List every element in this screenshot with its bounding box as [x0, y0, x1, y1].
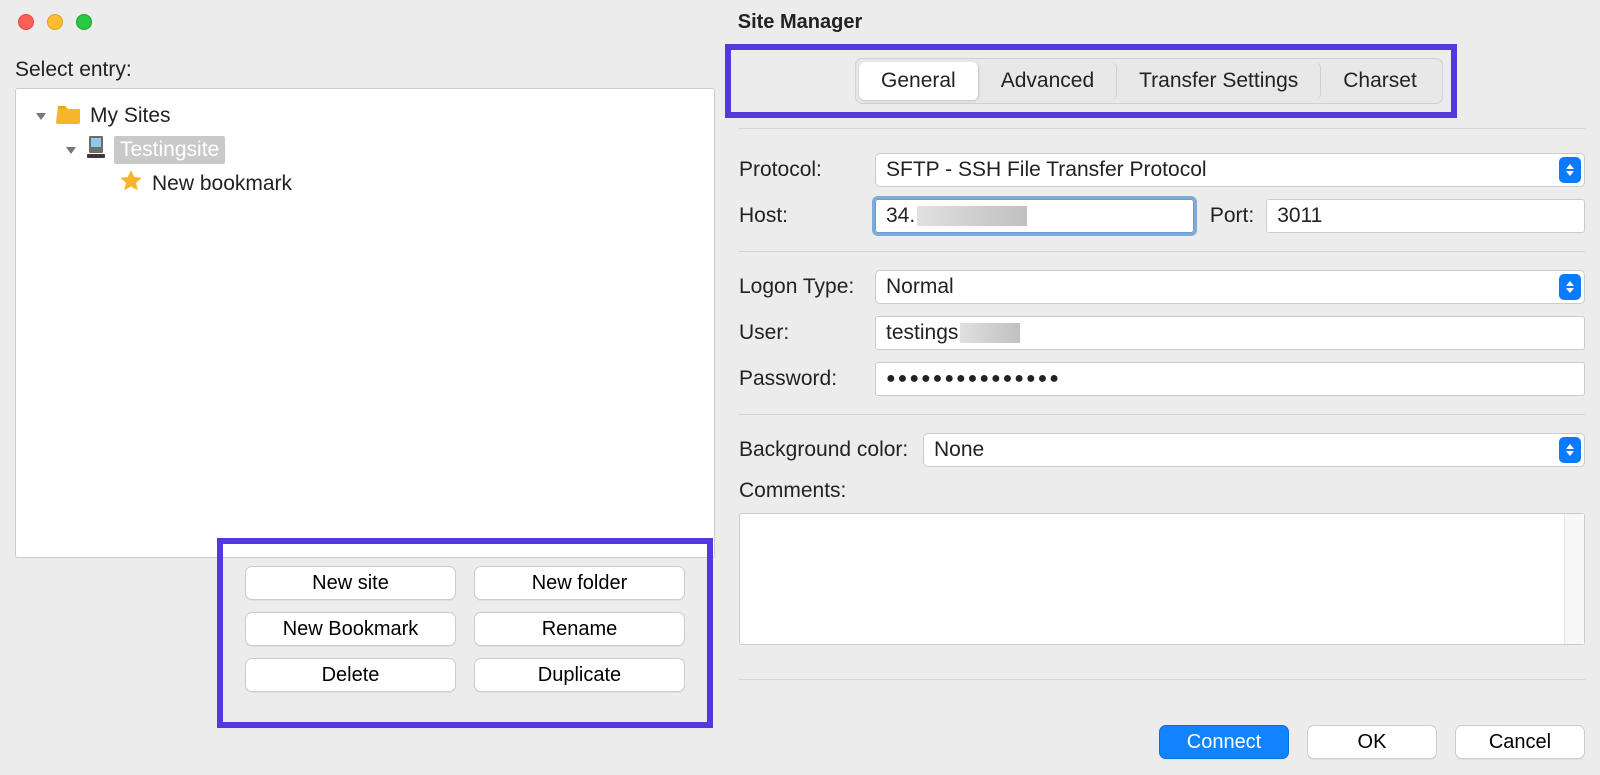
password-input[interactable]: ●●●●●●●●●●●●●●●: [875, 362, 1585, 396]
select-arrows-icon: [1559, 437, 1581, 463]
chevron-down-icon[interactable]: [66, 147, 76, 154]
user-input[interactable]: testings: [875, 316, 1585, 350]
tree-site-label: Testingsite: [114, 136, 225, 164]
tab-transfer-settings[interactable]: Transfer Settings: [1117, 62, 1321, 100]
port-value: 3011: [1277, 204, 1322, 228]
titlebar: Site Manager: [0, 0, 1600, 44]
entry-tree[interactable]: My Sites Testingsite New bookmark: [15, 88, 715, 558]
star-icon: [118, 168, 144, 200]
tab-general[interactable]: General: [859, 62, 979, 100]
host-label: Host:: [739, 204, 875, 228]
port-label: Port:: [1210, 204, 1254, 228]
tree-bookmark[interactable]: New bookmark: [24, 167, 706, 201]
select-arrows-icon: [1559, 157, 1581, 183]
password-value: ●●●●●●●●●●●●●●●: [886, 370, 1061, 388]
background-color-label: Background color:: [739, 438, 923, 462]
password-label: Password:: [739, 367, 875, 391]
duplicate-button[interactable]: Duplicate: [474, 658, 685, 692]
rename-button[interactable]: Rename: [474, 612, 685, 646]
ok-button[interactable]: OK: [1307, 725, 1437, 759]
logon-type-label: Logon Type:: [739, 275, 875, 299]
user-label: User:: [739, 321, 875, 345]
scrollbar[interactable]: [1564, 514, 1584, 644]
cancel-button[interactable]: Cancel: [1455, 725, 1585, 759]
background-color-value: None: [934, 438, 984, 462]
tree-site[interactable]: Testingsite: [24, 133, 706, 167]
window-title: Site Manager: [0, 11, 1600, 34]
select-entry-label: Select entry:: [15, 58, 715, 82]
folder-icon: [56, 102, 82, 130]
divider: [739, 414, 1585, 415]
chevron-down-icon[interactable]: [36, 113, 46, 120]
comments-label: Comments:: [739, 479, 923, 503]
host-value: 34.: [886, 204, 915, 228]
logon-type-select[interactable]: Normal: [875, 270, 1585, 304]
tab-charset[interactable]: Charset: [1321, 62, 1439, 100]
host-input[interactable]: 34.: [875, 199, 1194, 233]
tree-bookmark-label: New bookmark: [152, 172, 292, 196]
comments-textarea[interactable]: [739, 513, 1585, 645]
divider: [739, 251, 1585, 252]
dialog-footer: Connect OK Cancel: [1159, 725, 1585, 759]
tabs: General Advanced Transfer Settings Chars…: [855, 58, 1443, 104]
new-bookmark-button[interactable]: New Bookmark: [245, 612, 456, 646]
protocol-label: Protocol:: [739, 158, 875, 182]
logon-type-value: Normal: [886, 275, 954, 299]
server-icon: [86, 135, 106, 165]
delete-button[interactable]: Delete: [245, 658, 456, 692]
tab-advanced[interactable]: Advanced: [979, 62, 1117, 100]
port-input[interactable]: 3011: [1266, 199, 1585, 233]
select-arrows-icon: [1559, 274, 1581, 300]
new-site-button[interactable]: New site: [245, 566, 456, 600]
tree-root[interactable]: My Sites: [24, 99, 706, 133]
user-value: testings: [886, 321, 958, 345]
redacted-text: [960, 323, 1020, 343]
background-color-select[interactable]: None: [923, 433, 1585, 467]
protocol-value: SFTP - SSH File Transfer Protocol: [886, 158, 1207, 182]
tree-root-label: My Sites: [90, 104, 171, 128]
connect-button[interactable]: Connect: [1159, 725, 1289, 759]
protocol-select[interactable]: SFTP - SSH File Transfer Protocol: [875, 153, 1585, 187]
redacted-text: [917, 206, 1027, 226]
new-folder-button[interactable]: New folder: [474, 566, 685, 600]
